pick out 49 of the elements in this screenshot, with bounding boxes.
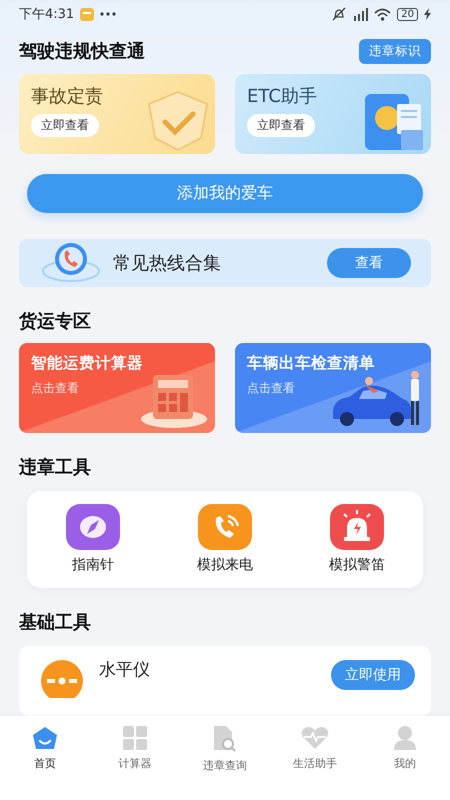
- shield-check-icon: [145, 90, 211, 152]
- bell-off-icon: [332, 7, 346, 22]
- tab-item[interactable]: 违章查询: [185, 726, 265, 773]
- hotline-title: 常见热线合集: [113, 252, 222, 276]
- phone-call-icon[interactable]: [198, 504, 252, 550]
- section-title: 驾驶违规快查通: [19, 40, 145, 64]
- card-title: ETC助手: [247, 84, 317, 108]
- heart-pulse-icon: [301, 726, 329, 750]
- level-icon: [41, 660, 83, 698]
- compass-icon[interactable]: [66, 504, 120, 550]
- tab-item[interactable]: 生活助手: [275, 726, 355, 771]
- view-button[interactable]: 查看: [327, 248, 411, 278]
- document-search-icon: [214, 726, 236, 752]
- feature-card[interactable]: 事故定责 立即查看: [19, 74, 215, 154]
- tool-name: 水平仪: [99, 658, 151, 681]
- card-subtitle: 点击查看: [247, 380, 296, 397]
- card-subtitle: 点击查看: [31, 380, 80, 397]
- wifi-icon: [374, 8, 392, 21]
- section-title: 货运专区: [19, 310, 91, 333]
- calculator-icon: [123, 726, 147, 750]
- home-icon: [32, 726, 58, 750]
- person-icon: [394, 726, 416, 750]
- feature-card[interactable]: ETC助手 立即查看: [235, 74, 431, 154]
- card-title: 车辆出车检查清单: [247, 353, 376, 374]
- use-now-button[interactable]: 立即使用: [331, 660, 415, 690]
- feature-card[interactable]: 智能运费计算器 点击查看: [19, 343, 215, 433]
- more-icon: [100, 12, 116, 16]
- charging-icon: [424, 8, 431, 20]
- message-icon: [80, 8, 94, 21]
- violation-signs-button[interactable]: 违章标识: [359, 38, 431, 64]
- battery-indicator: 20: [397, 8, 418, 21]
- card-title: 事故定责: [31, 84, 103, 108]
- tab-item[interactable]: 计算器: [95, 726, 175, 771]
- tool-label: 模拟来电: [197, 556, 253, 574]
- section-title: 违章工具: [19, 456, 91, 479]
- add-car-button[interactable]: 添加我的爱车: [27, 174, 423, 214]
- signal-icon: [352, 8, 368, 21]
- feature-card[interactable]: 车辆出车检查清单 点击查看: [235, 343, 431, 433]
- section-title: 基础工具: [19, 610, 91, 634]
- card-title: 智能运费计算器: [31, 353, 144, 374]
- view-button[interactable]: 立即查看: [247, 114, 315, 137]
- tab-item[interactable]: 我的: [365, 726, 445, 771]
- siren-icon[interactable]: [330, 504, 384, 550]
- tool-label: 模拟警笛: [329, 556, 385, 574]
- calculator-icon: [139, 373, 209, 429]
- view-button[interactable]: 立即查看: [31, 114, 99, 137]
- status-time: 下午4:31: [19, 6, 74, 24]
- tool-label: 指南针: [72, 556, 114, 574]
- tab-item[interactable]: 首页: [5, 726, 85, 771]
